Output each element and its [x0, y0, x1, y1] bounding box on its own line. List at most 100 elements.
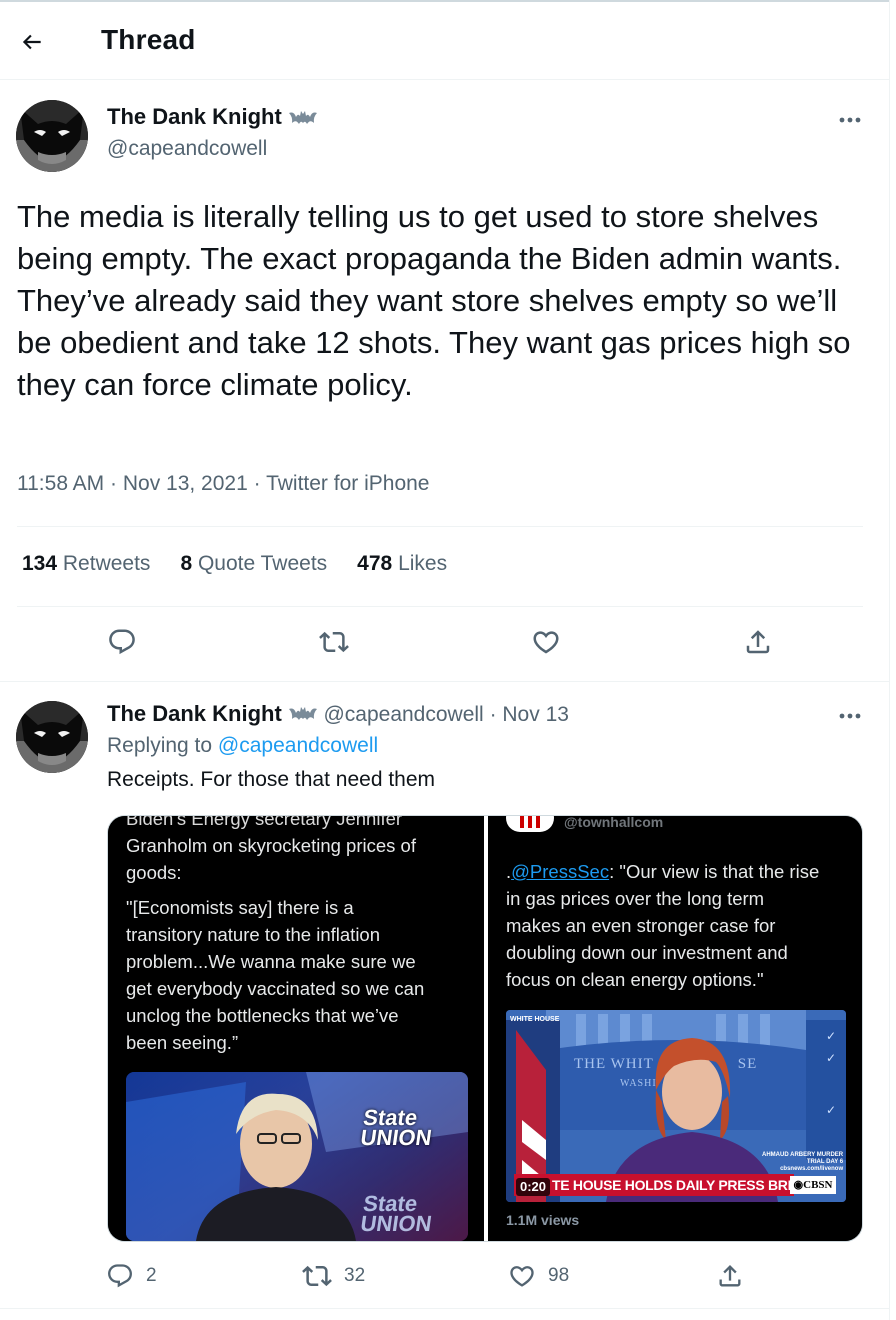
thread-header: Thread: [0, 2, 889, 80]
back-button[interactable]: [14, 24, 50, 60]
network-name: CBSN: [803, 1179, 833, 1191]
more-dots-icon: [839, 713, 861, 719]
side-caption: AHMAUD ARBERY MURDER TRIAL DAY 6 cbsnews…: [762, 1152, 843, 1173]
side-text: AHMAUD ARBERY MURDER: [762, 1152, 844, 1158]
text-line: problem...We wanna make sure we: [126, 951, 416, 972]
replying-to-link[interactable]: @capeandcowell: [218, 734, 378, 757]
svg-text:✓: ✓: [826, 1029, 836, 1043]
presssec-mention[interactable]: @PressSec: [511, 861, 609, 882]
bat-emoji-icon: [288, 111, 317, 124]
retweets-count: 32: [344, 1265, 366, 1286]
state-of-union-logo-2: State UNION: [358, 1191, 436, 1236]
podium-text: THE WHIT SE: [574, 1056, 757, 1073]
text-line: get everybody vaccinated so we can: [126, 978, 425, 999]
quotes-count: 8: [180, 552, 193, 575]
avatar[interactable]: [16, 100, 88, 172]
reply-avatar[interactable]: [16, 701, 88, 773]
image-text: Granholm on skyrocketing prices of goods…: [126, 832, 424, 1056]
tweet-separator: [0, 1308, 889, 1309]
text-line: doubling down our investment and: [506, 942, 788, 963]
text-line: makes an even stronger case for: [506, 915, 776, 936]
view-count: 1.1M views: [506, 1212, 580, 1228]
replying-prefix: Replying to: [107, 734, 213, 757]
text-line: goods:: [126, 862, 182, 883]
bat-emoji-icon: [288, 707, 317, 720]
retweets-stat[interactable]: 134 Retweets: [22, 552, 150, 576]
podium-small-text: WASHI: [620, 1078, 657, 1089]
likes-label: Likes: [398, 552, 448, 575]
likes-count: 98: [548, 1265, 570, 1286]
reply-header: The Dank Knight @capeandcowell · Nov 13: [107, 701, 569, 727]
reply-button[interactable]: [102, 622, 142, 662]
tweet-date[interactable]: Nov 13, 2021: [123, 472, 248, 495]
side-text: TRIAL DAY 6: [806, 1159, 844, 1165]
reply-retweet-button[interactable]: 32: [302, 1258, 365, 1294]
video-still-briefing: ✓ ✓ ✓ WHITE HOUSE THE WHIT SE WASHI AHMAUD …: [506, 1010, 846, 1202]
text-line: transitory nature to the inflation: [126, 924, 381, 945]
reply-text: Receipts. For those that need them: [107, 768, 436, 791]
podium-text-left: THE WHIT: [574, 1056, 654, 1072]
share-icon: [746, 630, 770, 654]
more-options-button[interactable]: [832, 108, 868, 132]
chyron: TE HOUSE HOLDS DAILY PRESS BRIEFING: [514, 1174, 794, 1196]
quotes-stat[interactable]: 8 Quote Tweets: [180, 552, 327, 576]
text-line: been seeing.”: [126, 1032, 239, 1053]
reply-like-button[interactable]: 98: [508, 1258, 569, 1294]
author-row: The Dank Knight: [107, 104, 318, 130]
text-line: focus on clean energy options.": [506, 969, 764, 990]
arrow-left-icon: [22, 34, 41, 50]
video-still-granholm: State UNION State UNION: [126, 1072, 468, 1241]
text-line: Granholm on skyrocketing prices of: [126, 835, 416, 856]
tweet-separator: [0, 681, 889, 682]
divider: [17, 606, 863, 607]
like-button[interactable]: [526, 622, 566, 662]
media-video-right[interactable]: @townhallcom .@PressSec: "Our view is th…: [488, 816, 862, 1241]
reply-more-options-button[interactable]: [832, 704, 868, 728]
townhall-avatar: [506, 816, 554, 832]
state-of-union-logo: State UNION: [358, 1105, 436, 1150]
author-handle[interactable]: @capeandcowell: [107, 137, 267, 161]
logo-text: UNION: [358, 1125, 434, 1150]
meta-dot: ·: [110, 472, 123, 495]
tweet-time[interactable]: 11:58 AM: [17, 472, 104, 495]
likes-stat[interactable]: 478 Likes: [357, 552, 447, 576]
retweet-icon: [302, 1265, 332, 1287]
media-image-left[interactable]: Biden's Energy secretary Jennifer Granho…: [108, 816, 484, 1241]
divider: [17, 526, 863, 527]
reply-icon: [109, 629, 135, 655]
replies-count: 2: [146, 1265, 157, 1286]
share-button[interactable]: [738, 622, 778, 662]
reply-author-name[interactable]: The Dank Knight: [107, 701, 282, 726]
text-line-rest: : "Our view is that the rise: [609, 861, 820, 882]
cut-text: Biden's Energy secretary Jennifer: [126, 816, 403, 829]
quotes-label: Quote Tweets: [197, 552, 328, 575]
svg-text:✓: ✓: [826, 1051, 836, 1065]
reply-icon: [108, 1264, 132, 1288]
retweet-button[interactable]: [314, 622, 354, 662]
tweet-client[interactable]: Twitter for iPhone: [266, 472, 429, 495]
text-line: unclog the bottlenecks that we’ve: [126, 1005, 399, 1026]
meta-dot: ·: [253, 472, 267, 495]
podium-text-right: SE: [737, 1056, 758, 1072]
logo-text: UNION: [358, 1211, 434, 1236]
reply-author-handle[interactable]: @capeandcowell: [323, 703, 483, 726]
tweet-text: The media is literally telling us to get…: [17, 199, 851, 402]
reply-reply-button[interactable]: 2: [106, 1258, 157, 1294]
reply-share-button[interactable]: [716, 1258, 744, 1294]
retweets-count: 134: [22, 552, 58, 575]
reply-date[interactable]: Nov 13: [502, 703, 569, 726]
tweet-meta: 11:58 AM · Nov 13, 2021 · Twitter for iP…: [17, 472, 429, 496]
cbsn-logo: ◉CBSN: [790, 1176, 836, 1194]
replying-to: Replying to @capeandcowell: [107, 734, 378, 758]
svg-text:✓: ✓: [826, 1103, 836, 1117]
text-line: in gas prices over the long term: [506, 888, 765, 909]
author-name[interactable]: The Dank Knight: [107, 104, 282, 130]
media-grid: Biden's Energy secretary Jennifer Granho…: [107, 815, 863, 1242]
more-dots-icon: [839, 117, 861, 123]
retweets-label: Retweets: [62, 552, 151, 575]
page-title: Thread: [101, 24, 196, 55]
tweet-stats: 134 Retweets 8 Quote Tweets 478 Likes: [22, 552, 447, 576]
wh-tag: WHITE HOUSE: [510, 1016, 560, 1023]
meta-dot: ·: [489, 703, 503, 726]
